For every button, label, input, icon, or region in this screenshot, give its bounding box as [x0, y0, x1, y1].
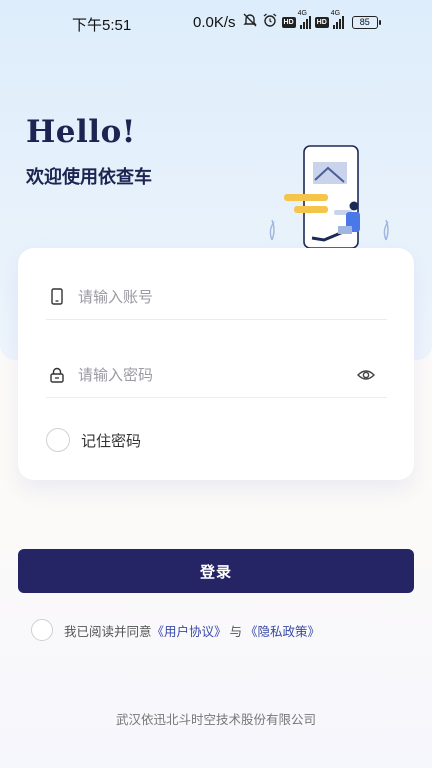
eye-icon[interactable]: [357, 366, 375, 384]
alarm-icon: [262, 12, 278, 32]
phone-icon: [48, 287, 66, 307]
agreement-row: 我已阅读并同意 《用户协议》 与 《隐私政策》: [31, 619, 320, 641]
login-button[interactable]: 登录: [18, 549, 414, 593]
lock-icon: [48, 365, 66, 385]
password-input[interactable]: [78, 365, 338, 384]
battery-level: 85: [359, 17, 370, 27]
account-input[interactable]: [78, 287, 338, 306]
status-time: 下午5:51: [72, 17, 132, 34]
password-field: [46, 352, 387, 398]
phone-illustration: [269, 145, 389, 249]
agreement-checkbox[interactable]: [31, 619, 53, 641]
signal-icon: 4G: [298, 10, 311, 29]
status-bar: 下午5:51 0.0K/s HD 4G HD 4G 85: [0, 0, 432, 46]
remember-checkbox[interactable]: [46, 428, 70, 452]
user-agreement-link[interactable]: 《用户协议》: [152, 621, 227, 640]
remember-label: 记住密码: [81, 431, 142, 450]
agreement-prefix: 我已阅读并同意: [64, 623, 152, 639]
network-type: 4G: [297, 10, 307, 17]
mute-icon: [242, 12, 258, 32]
login-card: 记住密码: [18, 248, 414, 480]
signal-icon: 4G: [331, 10, 344, 29]
network-speed: 0.0K/s: [193, 13, 236, 31]
status-indicators: 0.0K/s HD 4G HD 4G 85: [193, 10, 381, 32]
hello-title: Hello!: [26, 114, 136, 150]
battery-icon: 85: [351, 15, 381, 29]
hd-badge: HD: [281, 16, 296, 28]
privacy-policy-link[interactable]: 《隐私政策》: [245, 621, 320, 640]
account-field: [46, 274, 387, 320]
agreement-and: 与: [229, 623, 243, 639]
company-footer: 武汉依迅北斗时空技术股份有限公司: [115, 712, 316, 727]
remember-password[interactable]: 记住密码: [46, 428, 141, 452]
network-type: 4G: [330, 10, 341, 17]
welcome-text: 欢迎使用依查车: [26, 167, 152, 188]
hd-badge: HD: [314, 16, 329, 28]
